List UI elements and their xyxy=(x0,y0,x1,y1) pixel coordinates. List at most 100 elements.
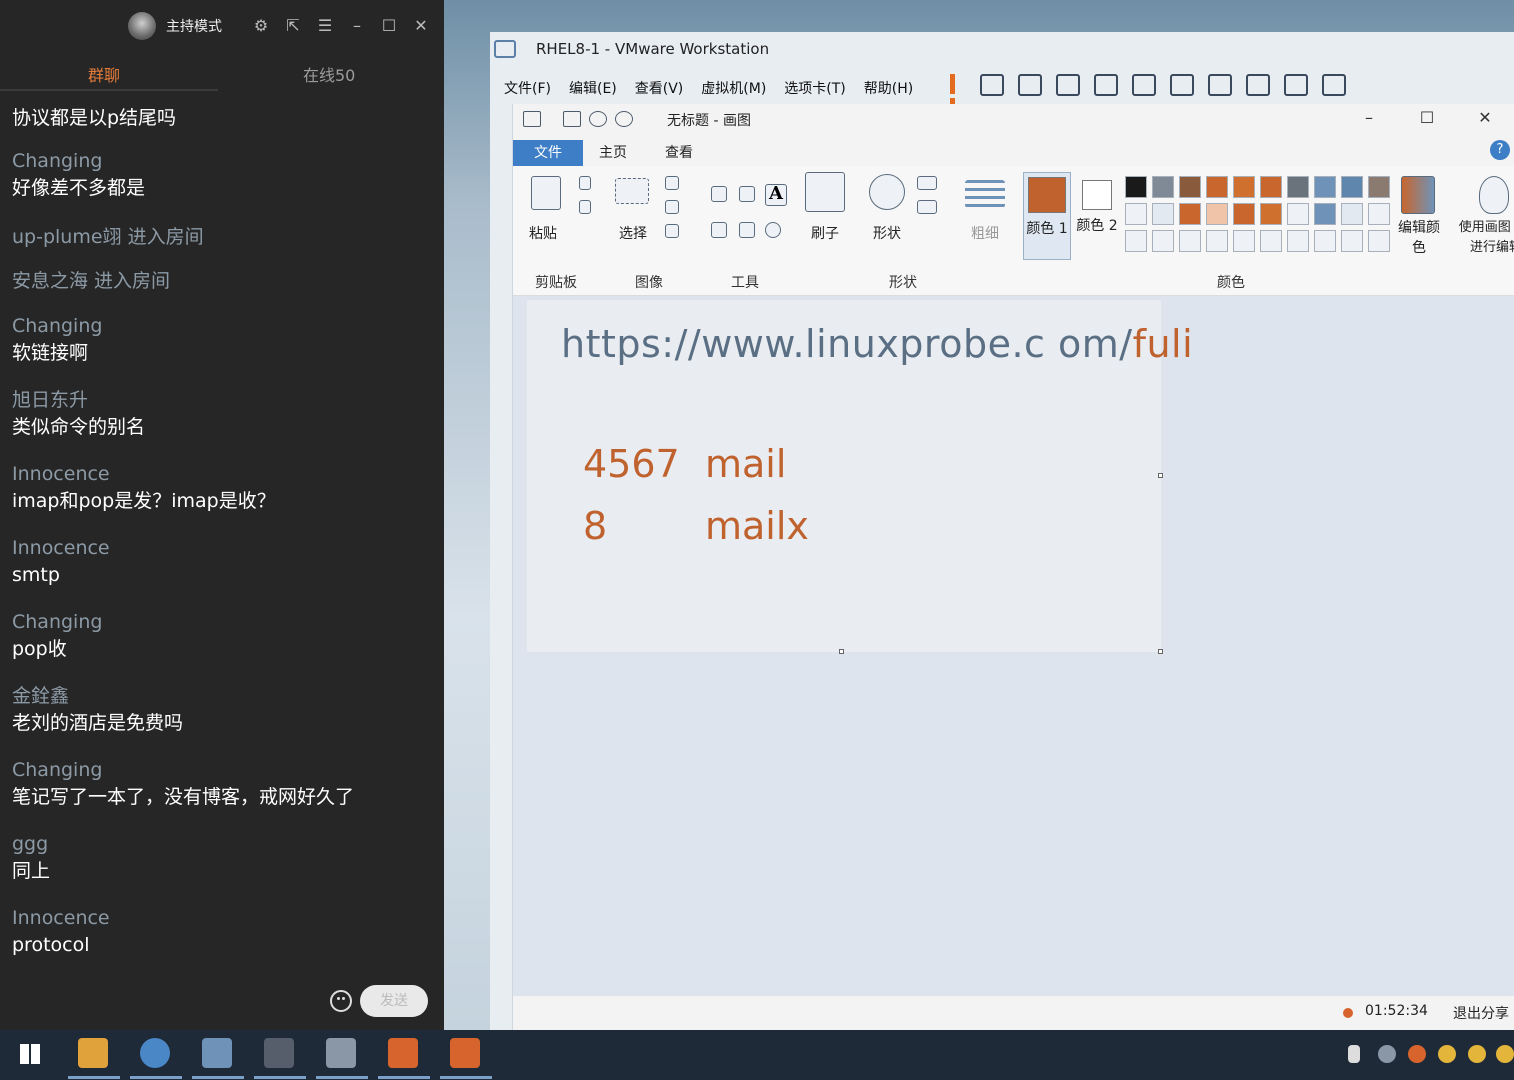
color2-button[interactable]: 颜色 2 xyxy=(1075,172,1119,260)
color-picker-icon[interactable] xyxy=(739,222,755,238)
palette-swatch[interactable] xyxy=(1341,230,1363,252)
fill-shape-icon[interactable] xyxy=(917,200,937,214)
text-tool-icon[interactable]: A xyxy=(765,184,787,206)
palette-swatch[interactable] xyxy=(1287,176,1309,198)
pause-icon[interactable] xyxy=(950,74,966,96)
crop-icon[interactable] xyxy=(665,176,679,190)
exit-share-button[interactable]: 退出分享 xyxy=(1453,1003,1509,1023)
palette-swatch[interactable] xyxy=(1368,203,1390,225)
shapes-icon[interactable] xyxy=(869,174,905,210)
palette-swatch[interactable] xyxy=(1152,230,1174,252)
cut-icon[interactable] xyxy=(579,176,591,190)
minimize-icon[interactable]: – xyxy=(348,17,366,35)
palette-swatch[interactable] xyxy=(1125,176,1147,198)
popout-icon[interactable]: ⇱ xyxy=(284,17,302,35)
close-icon[interactable]: ✕ xyxy=(412,17,430,35)
brush-button[interactable]: 刷子 xyxy=(811,224,839,244)
sidebar-toggle-icon[interactable] xyxy=(1132,74,1156,96)
menu-file[interactable]: 文件(F) xyxy=(504,78,551,98)
resize-icon[interactable] xyxy=(665,200,679,214)
select-button[interactable]: 选择 xyxy=(615,224,651,244)
palette-swatch[interactable] xyxy=(1179,203,1201,225)
settings-icon[interactable]: ⚙ xyxy=(252,17,270,35)
shapes-button[interactable]: 形状 xyxy=(873,224,901,244)
resize-handle[interactable] xyxy=(839,649,844,654)
tab-group-chat[interactable]: 群聊 xyxy=(88,62,120,86)
palette-swatch[interactable] xyxy=(1341,203,1363,225)
palette-swatch[interactable] xyxy=(1152,176,1174,198)
palette-swatch[interactable] xyxy=(1179,176,1201,198)
palette-swatch[interactable] xyxy=(1152,203,1174,225)
maximize-icon[interactable]: ☐ xyxy=(1398,104,1456,134)
start-icon[interactable] xyxy=(20,1044,40,1064)
undo-icon[interactable] xyxy=(589,111,607,127)
host-mode-label[interactable]: 主持模式 xyxy=(166,16,222,36)
microphone-icon[interactable] xyxy=(1348,1045,1360,1063)
file-explorer-icon[interactable] xyxy=(78,1038,108,1068)
tab-file[interactable]: 文件 xyxy=(513,140,583,166)
palette-swatch[interactable] xyxy=(1233,203,1255,225)
edit-colors-button[interactable]: 编辑颜色 xyxy=(1397,218,1441,258)
rotate-icon[interactable] xyxy=(665,224,679,238)
menu-help[interactable]: 帮助(H) xyxy=(864,78,913,98)
edit-colors-icon[interactable] xyxy=(1401,176,1435,214)
snapshot-icon[interactable] xyxy=(1018,74,1042,96)
minimize-icon[interactable]: – xyxy=(1340,104,1398,134)
help-icon[interactable]: ? xyxy=(1490,140,1510,160)
palette-swatch[interactable] xyxy=(1341,176,1363,198)
screen-app-icon[interactable] xyxy=(264,1038,294,1068)
revert-snapshot-icon[interactable] xyxy=(1056,74,1080,96)
palette-swatch[interactable] xyxy=(1368,176,1390,198)
redo-icon[interactable] xyxy=(615,111,633,127)
snapshot-manager-icon[interactable] xyxy=(1094,74,1118,96)
palette-swatch[interactable] xyxy=(1179,230,1201,252)
tray-app-icon[interactable] xyxy=(1408,1045,1426,1063)
palette-swatch[interactable] xyxy=(1206,176,1228,198)
unity-icon[interactable] xyxy=(1246,74,1270,96)
stretch-icon[interactable] xyxy=(1322,74,1346,96)
send-keys-icon[interactable] xyxy=(980,74,1004,96)
palette-swatch[interactable] xyxy=(1260,230,1282,252)
palette-swatch[interactable] xyxy=(1287,230,1309,252)
palette-swatch[interactable] xyxy=(1314,203,1336,225)
paste-icon[interactable] xyxy=(531,176,561,210)
thickness-button[interactable]: 粗细 xyxy=(971,224,999,244)
tab-view[interactable]: 查看 xyxy=(665,140,693,166)
palette-swatch[interactable] xyxy=(1206,230,1228,252)
menu-edit[interactable]: 编辑(E) xyxy=(569,78,617,98)
color1-button[interactable]: 颜色 1 xyxy=(1023,172,1071,260)
thickness-icon[interactable] xyxy=(965,180,1005,208)
qq-icon[interactable] xyxy=(1468,1045,1486,1063)
resize-handle[interactable] xyxy=(1158,649,1163,654)
menu-vm[interactable]: 虚拟机(M) xyxy=(701,78,766,98)
ppt-app-icon-2[interactable] xyxy=(450,1038,480,1068)
thumbnail-icon[interactable] xyxy=(1170,74,1194,96)
console-icon[interactable] xyxy=(1284,74,1308,96)
palette-swatch[interactable] xyxy=(1314,230,1336,252)
close-icon[interactable]: ✕ xyxy=(1456,104,1514,134)
magnifier-icon[interactable] xyxy=(765,222,781,238)
qq-icon[interactable] xyxy=(1496,1045,1514,1063)
drawing-canvas[interactable]: https://www.linuxprobe.c om/fuli 4567 ma… xyxy=(527,300,1193,654)
maximize-icon[interactable]: ☐ xyxy=(380,17,398,35)
chrome-icon[interactable] xyxy=(140,1038,170,1068)
save-icon[interactable] xyxy=(563,111,581,127)
select-icon[interactable] xyxy=(615,178,649,204)
paint3d-icon[interactable] xyxy=(1479,176,1509,214)
palette-swatch[interactable] xyxy=(1260,203,1282,225)
palette-swatch[interactable] xyxy=(1125,230,1147,252)
tab-home[interactable]: 主页 xyxy=(599,140,627,166)
vmware-taskbar-icon[interactable] xyxy=(202,1038,232,1068)
emoji-icon[interactable] xyxy=(330,990,352,1012)
menu-tabs[interactable]: 选项卡(T) xyxy=(784,78,845,98)
palette-swatch[interactable] xyxy=(1233,176,1255,198)
resize-handle[interactable] xyxy=(1158,473,1163,478)
tray-app-icon[interactable] xyxy=(1378,1045,1396,1063)
paste-button[interactable]: 粘贴 xyxy=(529,224,557,244)
palette-swatch[interactable] xyxy=(1260,176,1282,198)
qq-icon[interactable] xyxy=(1438,1045,1456,1063)
outline-icon[interactable] xyxy=(917,176,937,190)
menu-view[interactable]: 查看(V) xyxy=(635,78,684,98)
pencil-icon[interactable] xyxy=(711,186,727,202)
send-button[interactable]: 发送 xyxy=(360,985,428,1017)
